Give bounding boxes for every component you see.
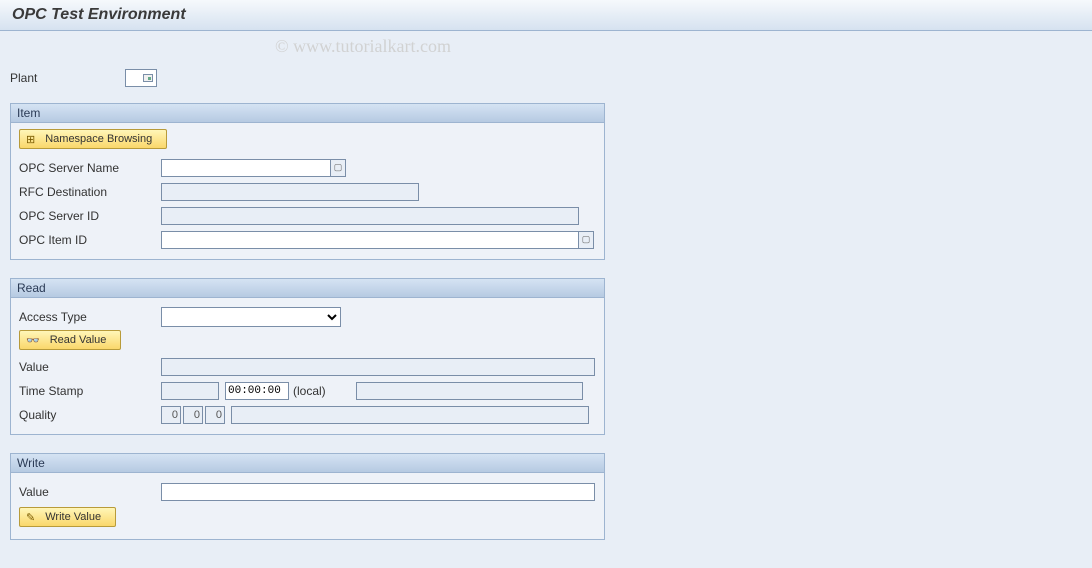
time-stamp-label: Time Stamp (19, 384, 161, 398)
opc-server-name-f4-icon[interactable]: ▢ (330, 159, 346, 177)
write-value-input[interactable] (161, 483, 595, 501)
read-value-display (161, 358, 595, 376)
read-value-label: Read Value (50, 334, 107, 346)
rfc-destination-label: RFC Destination (19, 185, 161, 199)
namespace-browsing-label: Namespace Browsing (45, 133, 152, 145)
namespace-browsing-button[interactable]: ⊞ Namespace Browsing (19, 129, 167, 149)
write-value-btn-label: Write Value (45, 511, 101, 523)
rfc-destination-value (161, 183, 419, 201)
time-stamp-time[interactable] (225, 382, 289, 400)
read-group: Read Access Type 👓 Read Value Value Time… (10, 278, 605, 435)
plant-label: Plant (10, 71, 125, 85)
opc-server-name-input[interactable] (161, 159, 331, 177)
time-stamp-date (161, 382, 219, 400)
item-group-header: Item (11, 104, 604, 123)
quality-text (231, 406, 589, 424)
item-group: Item ⊞ Namespace Browsing OPC Server Nam… (10, 103, 605, 260)
quality-v2: 0 (183, 406, 203, 424)
write-group-header: Write (11, 454, 604, 473)
quality-v1: 0 (161, 406, 181, 424)
write-value-label: Value (19, 485, 161, 499)
plant-row: Plant (10, 69, 1082, 87)
opc-item-id-input[interactable] (161, 231, 579, 249)
opc-server-name-label: OPC Server Name (19, 161, 161, 175)
read-value-button[interactable]: 👓 Read Value (19, 330, 121, 350)
glasses-icon: 👓 (26, 334, 40, 347)
pencil-icon: ✎ (26, 511, 35, 524)
opc-item-id-f4-icon[interactable]: ▢ (578, 231, 594, 249)
access-type-label: Access Type (19, 310, 161, 324)
opc-server-id-label: OPC Server ID (19, 209, 161, 223)
write-group: Write Value ✎ Write Value (10, 453, 605, 540)
access-type-select[interactable] (161, 307, 341, 327)
tree-icon: ⊞ (26, 133, 35, 146)
plant-f4-icon[interactable] (143, 74, 153, 82)
plant-input[interactable] (126, 70, 142, 86)
read-value-label-text: Value (19, 360, 161, 374)
quality-label: Quality (19, 408, 161, 422)
read-group-header: Read (11, 279, 604, 298)
opc-server-id-value (161, 207, 579, 225)
page-title: OPC Test Environment (0, 0, 1092, 31)
quality-v3: 0 (205, 406, 225, 424)
write-value-button[interactable]: ✎ Write Value (19, 507, 116, 527)
time-stamp-suffix: (local) (293, 384, 326, 398)
opc-item-id-label: OPC Item ID (19, 233, 161, 247)
time-stamp-extra (356, 382, 583, 400)
